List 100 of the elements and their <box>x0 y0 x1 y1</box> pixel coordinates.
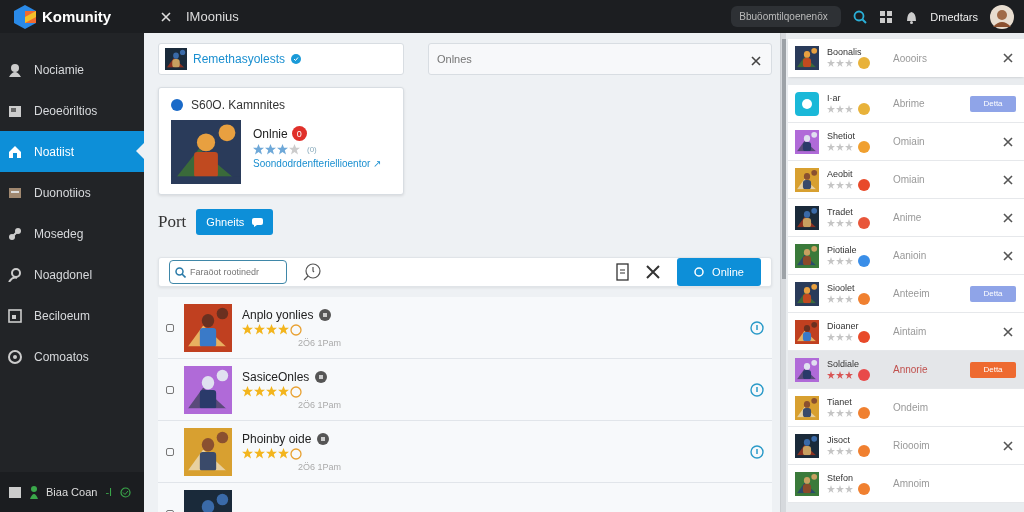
online-button[interactable]: Online <box>677 258 761 286</box>
friend-name: Dioaner <box>827 320 860 331</box>
app-name: Komunity <box>42 8 112 25</box>
game-title: Phoinby oide <box>242 431 312 446</box>
time-text: 2Ö6 1Pam <box>298 399 343 410</box>
status-text: Anteeim <box>893 288 931 299</box>
friend-name: Piotiale <box>827 244 858 255</box>
game-title: Onlnie <box>253 126 288 141</box>
clock-icon[interactable] <box>303 263 321 281</box>
search-field[interactable]: Bbuöomtilqoenenöx <box>731 6 842 27</box>
sidebar-item[interactable]: Beciloeum <box>0 295 144 336</box>
document-icon[interactable] <box>616 263 629 281</box>
sidebar-item[interactable]: Noagdonel <box>0 254 144 295</box>
chat-button[interactable]: Ghneits <box>196 209 274 235</box>
close-icon <box>1002 439 1014 452</box>
page-title: IMoonius <box>186 9 240 24</box>
game-title: SasiceOnles <box>242 369 310 384</box>
sidebar-item[interactable]: Nociamie <box>0 49 144 90</box>
sidebar-item[interactable]: Duonotiios <box>0 172 144 213</box>
info-icon[interactable] <box>750 320 764 335</box>
scrollbar-thumb[interactable] <box>782 39 786 279</box>
inbox-icon <box>8 185 22 200</box>
friend-row[interactable]: Boonalis Aoooirs <box>788 39 1024 77</box>
profile-link[interactable]: Remethasyolests <box>193 52 286 66</box>
filter-field[interactable]: Onlnes <box>428 43 772 75</box>
status-text: Aanioin <box>893 250 928 261</box>
star-icon <box>254 324 265 335</box>
star-icon <box>278 448 289 459</box>
star-icon <box>289 144 300 155</box>
close-icon <box>1002 173 1014 186</box>
stars-icon <box>827 180 853 189</box>
sidebar-item[interactable]: Mosedeg <box>0 213 144 254</box>
grid-icon[interactable] <box>879 9 894 24</box>
status-text: Abrime <box>893 98 926 109</box>
stars-icon <box>827 370 853 379</box>
avatar <box>990 4 1014 29</box>
friend-name: Aeobit <box>827 168 854 179</box>
star-icon <box>266 448 277 459</box>
game-link[interactable]: Soondodrdenfteriellioentor ↗ <box>253 158 382 169</box>
checkbox[interactable] <box>166 323 174 332</box>
star-icon <box>265 144 276 155</box>
close-icon <box>1002 325 1014 338</box>
friend-name: Tianet <box>827 396 853 407</box>
stars-icon <box>827 484 853 493</box>
stars-icon <box>827 142 853 151</box>
status-text: Omiain <box>893 136 926 147</box>
star-icon <box>266 324 277 335</box>
status-text: Aoooirs <box>893 52 928 64</box>
user-name: Dmedtars <box>930 10 978 23</box>
star-icon <box>254 386 265 397</box>
sidebar-item[interactable]: Deoeöriltios <box>0 90 144 131</box>
stars-icon <box>827 59 853 67</box>
star-icon <box>278 324 289 335</box>
stars-icon <box>827 408 853 417</box>
star-icon <box>242 448 253 459</box>
friend-name: Stefon <box>827 472 855 483</box>
status-text: Rioooim <box>893 440 931 451</box>
stars-icon <box>827 446 853 455</box>
status-text: Anime <box>893 212 923 223</box>
star-icon <box>266 386 277 397</box>
chat-app-icon <box>795 91 819 116</box>
status-text: Amnoim <box>893 478 931 489</box>
friend-name: Jisoct <box>827 434 851 445</box>
friend-name: Shetiot <box>827 130 857 141</box>
status-text: Aintaim <box>893 326 928 337</box>
sidebar-item[interactable]: Comoatos <box>0 336 144 377</box>
cube-logo-icon <box>14 4 36 29</box>
friend-name: Soldiale <box>827 358 861 369</box>
search-field[interactable]: Faraöot rootinedr <box>169 260 287 284</box>
checkbox[interactable] <box>166 385 174 394</box>
bell-icon[interactable] <box>905 9 919 24</box>
star-icon <box>253 144 264 155</box>
stars-icon <box>827 104 853 113</box>
sidebar-item[interactable]: Noatiist <box>0 131 144 172</box>
friend-name: I·ar <box>827 92 842 103</box>
status-text: Ondeim <box>893 402 929 413</box>
search-icon[interactable] <box>853 9 868 24</box>
time-text: 2Ö6 1Pam <box>298 461 343 472</box>
close-icon <box>1002 135 1014 148</box>
game-title: Anplo yonlies <box>242 307 314 322</box>
review-count: (0) <box>307 145 317 154</box>
friend-name: Boonalis <box>827 47 863 57</box>
status-text: Annorie <box>893 364 929 375</box>
info-icon[interactable] <box>750 444 764 459</box>
circle-icon <box>694 267 705 277</box>
friend-name: Sioolet <box>827 282 856 293</box>
info-icon[interactable] <box>750 382 764 397</box>
stars-icon <box>827 332 853 341</box>
close-icon <box>1002 249 1014 262</box>
star-icon <box>254 448 265 459</box>
star-icon <box>278 386 289 397</box>
section-title: Port <box>158 212 187 232</box>
star-icon <box>242 386 253 397</box>
link-icon <box>8 226 22 241</box>
friend-row[interactable]: Soldiale Annorie Detta <box>788 351 1024 389</box>
check-icon <box>120 486 132 498</box>
status-text: Omiain <box>893 174 926 185</box>
star-icon <box>277 144 288 155</box>
checkbox[interactable] <box>166 447 174 456</box>
close-icon <box>160 10 172 23</box>
